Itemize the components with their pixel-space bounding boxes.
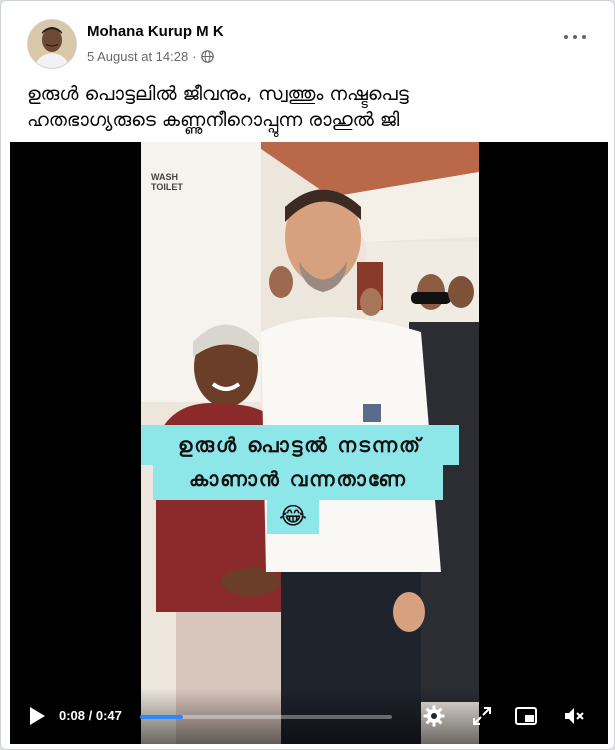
more-options-icon[interactable] — [564, 29, 586, 45]
post-caption: ഉരുൾ പൊട്ടലിൽ ജീവനും, സ്വത്തും നഷ്ടപെട്ട… — [27, 83, 409, 131]
avatar[interactable] — [27, 19, 77, 69]
current-time: 0:08 — [59, 708, 86, 723]
post-card: Mohana Kurup M K 5 August at 14:28 · ഉരു… — [0, 0, 615, 750]
wash-toilet-sign: WASH TOILET — [151, 172, 183, 192]
meta-separator: · — [192, 49, 197, 64]
post-date[interactable]: 5 August at 14:28 — [87, 49, 188, 64]
time-display: 0:08 / 0:47 — [59, 708, 122, 723]
play-icon[interactable] — [28, 706, 46, 726]
post-header: Mohana Kurup M K 5 August at 14:28 · — [1, 1, 614, 75]
post-meta: 5 August at 14:28 · — [87, 49, 214, 64]
globe-icon[interactable] — [200, 50, 214, 63]
picture-in-picture-icon[interactable] — [514, 704, 538, 728]
fullscreen-icon[interactable] — [470, 704, 494, 728]
progress-bar[interactable] — [140, 715, 392, 719]
duration: 0:47 — [95, 708, 122, 723]
overlay-emoji: 😂 — [267, 498, 319, 534]
avatar-photo — [28, 20, 76, 68]
settings-icon[interactable] — [422, 704, 446, 728]
time-separator: / — [85, 708, 96, 723]
author-name[interactable]: Mohana Kurup M K — [87, 23, 224, 40]
video-frame: WASH TOILET ഉരുൾ പൊട്ടൽ നടന്നത് കാണാൻ വന… — [141, 142, 479, 744]
video-controls: 0:08 / 0:47 — [10, 688, 608, 744]
video-player[interactable]: WASH TOILET ഉരുൾ പൊട്ടൽ നടന്നത് കാണാൻ വന… — [10, 142, 608, 744]
volume-muted-icon[interactable] — [562, 704, 586, 728]
progress-fill — [140, 715, 183, 719]
overlay-text-line2: കാണാൻ വന്നതാണേ — [153, 458, 443, 500]
